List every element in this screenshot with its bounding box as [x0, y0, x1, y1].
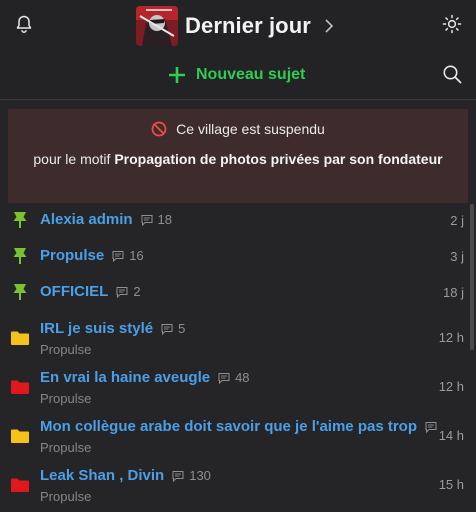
topic-title-link[interactable]: Leak Shan , Divin 130 — [40, 467, 211, 484]
topic-time: 12 h — [438, 379, 464, 394]
forum-avatar — [136, 6, 178, 46]
forum-title-link[interactable]: Dernier jour — [136, 6, 335, 46]
folder-icon — [10, 377, 30, 397]
topic-title: OFFICIEL — [40, 283, 109, 300]
comment-icon — [161, 323, 173, 335]
comment-count: 130 — [172, 468, 211, 483]
topic-category: Propulse — [40, 391, 92, 406]
chevron-right-icon — [325, 19, 334, 33]
topic-row[interactable]: En vrai la haine aveugle 48 Propulse 12 h — [0, 361, 476, 410]
folder-icon — [10, 475, 30, 495]
plus-icon — [169, 67, 185, 83]
new-topic-button[interactable]: Nouveau sujet — [168, 62, 305, 88]
scrollbar[interactable] — [470, 204, 474, 350]
topic-category: Propulse — [40, 342, 92, 357]
folder-icon — [10, 426, 30, 446]
topic-row[interactable]: Leak Shan , Divin 130 Propulse 15 h — [0, 459, 476, 508]
topic-title-link[interactable]: OFFICIEL 2 — [40, 283, 141, 300]
pin-icon — [10, 282, 30, 302]
banner-reason-text: Propagation de photos privées par son fo… — [114, 151, 443, 167]
comment-icon — [218, 372, 230, 384]
topic-row[interactable]: Mon collègue arabe doit savoir que je l'… — [0, 410, 476, 459]
topic-category: Propulse — [40, 440, 92, 455]
topic-title: Propulse — [40, 247, 105, 264]
ban-icon — [151, 121, 167, 137]
search-icon[interactable] — [442, 64, 462, 84]
pin-icon — [10, 246, 30, 266]
comment-count-value: 130 — [189, 468, 211, 483]
sun-icon[interactable] — [442, 14, 462, 34]
pin-icon — [10, 210, 30, 230]
topic-title: Mon collègue arabe doit savoir que je l'… — [40, 418, 417, 435]
topic-title: IRL je suis stylé — [40, 320, 154, 337]
topic-row[interactable]: Alexia admin 18 2 j — [0, 204, 476, 240]
topic-time: 2 j — [450, 213, 464, 228]
comment-count-value: 16 — [129, 248, 144, 263]
comment-icon — [172, 470, 184, 482]
suspension-banner: Ce village est suspendu pour le motif Pr… — [8, 109, 468, 203]
topic-title-link[interactable]: Propulse 16 — [40, 247, 144, 264]
topic-title: En vrai la haine aveugle — [40, 369, 211, 386]
topic-time: 15 h — [438, 477, 464, 492]
topic-title-link[interactable]: Alexia admin 18 — [40, 211, 172, 228]
topic-title: Leak Shan , Divin — [40, 467, 165, 484]
top-bar: Dernier jour Nouveau sujet — [0, 0, 476, 100]
banner-title: Ce village est suspendu — [176, 121, 325, 137]
comment-count: 48 — [218, 370, 250, 385]
comment-count: 5 — [161, 321, 185, 336]
topic-title: Alexia admin — [40, 211, 133, 228]
topic-row[interactable]: IRL je suis stylé 5 Propulse 12 h — [0, 312, 476, 361]
topic-time: 12 h — [438, 330, 464, 345]
comment-count-value: 5 — [178, 321, 186, 336]
comment-icon — [116, 286, 128, 298]
comment-icon — [425, 421, 437, 433]
comment-count: 18 — [141, 212, 172, 227]
topic-title-link[interactable]: IRL je suis stylé 5 — [40, 320, 185, 337]
page-title: Dernier jour — [185, 13, 311, 38]
topic-row[interactable]: OFFICIEL 2 18 j — [0, 276, 476, 312]
comment-count-value: 2 — [133, 284, 141, 299]
topic-row[interactable]: Propulse 16 3 j — [0, 240, 476, 276]
comment-count-value: 48 — [235, 370, 250, 385]
folder-icon — [10, 328, 30, 348]
banner-reason: pour le motif Propagation de photos priv… — [33, 151, 443, 167]
topic-title-link[interactable]: Mon collègue arabe doit savoir que je l'… — [40, 418, 440, 435]
topic-time: 14 h — [438, 428, 464, 443]
comment-count-value: 18 — [157, 212, 173, 227]
topic-category: Propulse — [40, 489, 92, 504]
comment-icon — [141, 214, 153, 226]
new-topic-label: Nouveau sujet — [196, 66, 306, 83]
topic-time: 18 j — [443, 285, 464, 300]
topic-title-link[interactable]: En vrai la haine aveugle 48 — [40, 369, 250, 386]
comment-count: 16 — [112, 248, 144, 263]
comment-icon — [112, 250, 124, 262]
comment-count: 2 — [116, 284, 141, 299]
bell-icon[interactable] — [14, 14, 34, 34]
topic-time: 3 j — [450, 249, 464, 264]
